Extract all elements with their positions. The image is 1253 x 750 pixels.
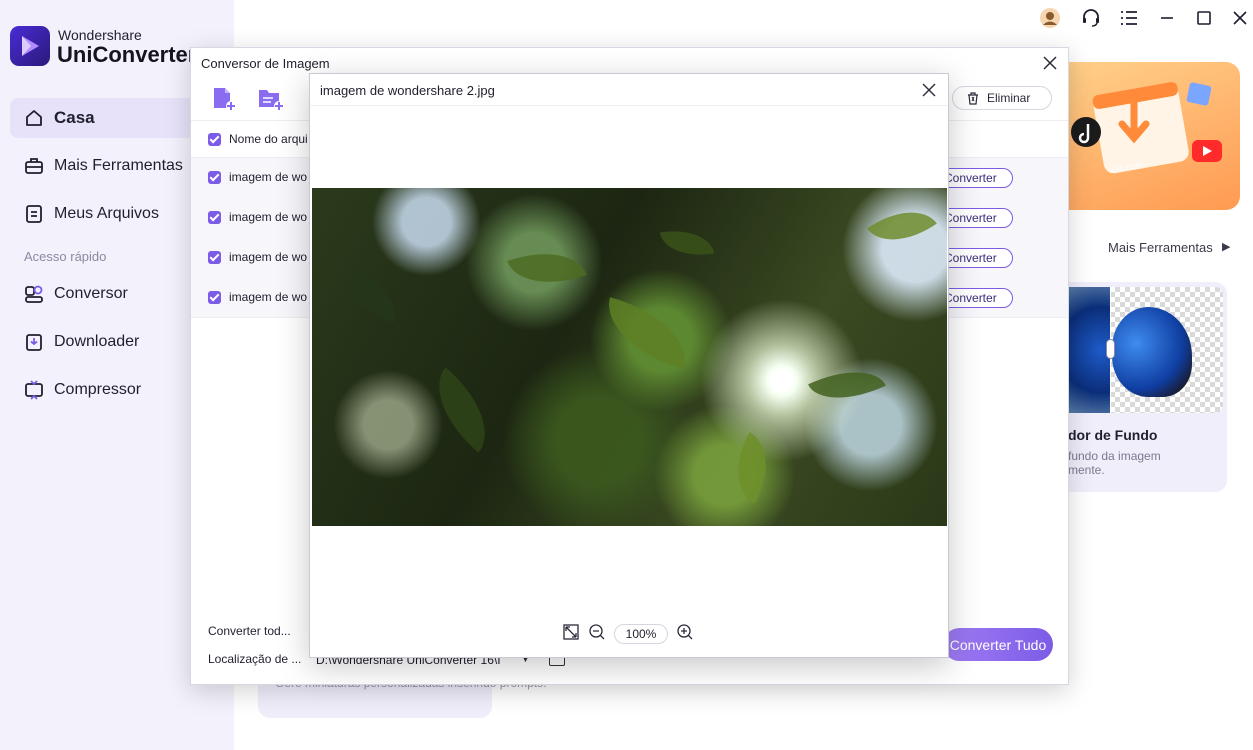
fit-screen-icon[interactable] (562, 623, 580, 646)
delete-button[interactable]: Eliminar (952, 86, 1052, 110)
maximize-icon[interactable] (1193, 7, 1215, 29)
file-name: imagem de wo (229, 290, 308, 304)
minimize-icon[interactable] (1156, 7, 1178, 29)
background-remover-thumbnail (1068, 287, 1223, 413)
row-checkbox[interactable] (208, 171, 221, 184)
more-tools-link[interactable]: Mais Ferramentas (1108, 240, 1213, 255)
row-checkbox[interactable] (208, 211, 221, 224)
add-folder-icon[interactable] (257, 86, 285, 117)
add-file-icon[interactable] (211, 86, 237, 117)
output-location-label: Localização de ... (208, 652, 302, 666)
row-checkbox[interactable] (208, 291, 221, 304)
card-title: dor de Fundo (1068, 427, 1158, 443)
file-name: imagem de wo (229, 250, 308, 264)
column-header-filename: Nome do arqui (229, 132, 308, 146)
zoom-out-icon[interactable] (588, 623, 606, 646)
downloader-promo-banner[interactable]: xxx.com (1064, 62, 1240, 210)
compare-slider-handle[interactable] (1106, 339, 1115, 359)
downloader-icon (26, 334, 42, 351)
home-icon (26, 110, 42, 126)
sidebar-item-label: Mais Ferramentas (54, 157, 183, 174)
delete-button-label: Eliminar (987, 91, 1031, 105)
quick-access-heading: Acesso rápido (24, 249, 107, 264)
sidebar-item-label: Compressor (54, 381, 142, 398)
file-name: imagem de wo (229, 170, 308, 184)
trash-icon (968, 91, 978, 105)
brand-company: Wondershare (58, 27, 142, 43)
menu-icon[interactable] (1118, 7, 1140, 29)
close-icon[interactable] (921, 82, 937, 98)
file-icon (26, 205, 42, 223)
close-icon[interactable] (1229, 7, 1251, 29)
sidebar-item-label: Conversor (54, 285, 128, 302)
toolbox-icon (25, 158, 43, 174)
dialog-title: Conversor de Imagem (201, 56, 330, 71)
sidebar-item-label: Meus Arquivos (54, 205, 159, 222)
uniconverter-logo-icon (10, 26, 50, 66)
convert-all-button[interactable]: Converter Tudo (943, 628, 1053, 661)
preview-title: imagem de wondershare 2.jpg (320, 83, 495, 98)
preview-image (312, 188, 947, 526)
zoom-toolbar: 100% (562, 623, 694, 646)
convert-all-to-label: Converter tod... (208, 624, 291, 638)
image-preview-window: imagem de wondershare 2.jpg 100% (309, 73, 949, 658)
sidebar-item-label: Downloader (54, 333, 140, 350)
chevron-right-icon: ▶ (1222, 241, 1231, 253)
zoom-in-icon[interactable] (676, 623, 694, 646)
compressor-icon (25, 380, 43, 400)
avatar-icon[interactable] (1039, 7, 1061, 29)
card-description: fundo da imagem mente. (1068, 449, 1161, 477)
row-checkbox[interactable] (208, 251, 221, 264)
close-icon[interactable] (1041, 54, 1059, 72)
file-name: imagem de wo (229, 210, 308, 224)
zoom-level[interactable]: 100% (614, 624, 668, 644)
converter-icon (25, 285, 43, 303)
select-all-checkbox[interactable] (208, 133, 221, 146)
sidebar-item-label: Casa (54, 108, 95, 127)
headset-icon[interactable] (1080, 7, 1102, 29)
